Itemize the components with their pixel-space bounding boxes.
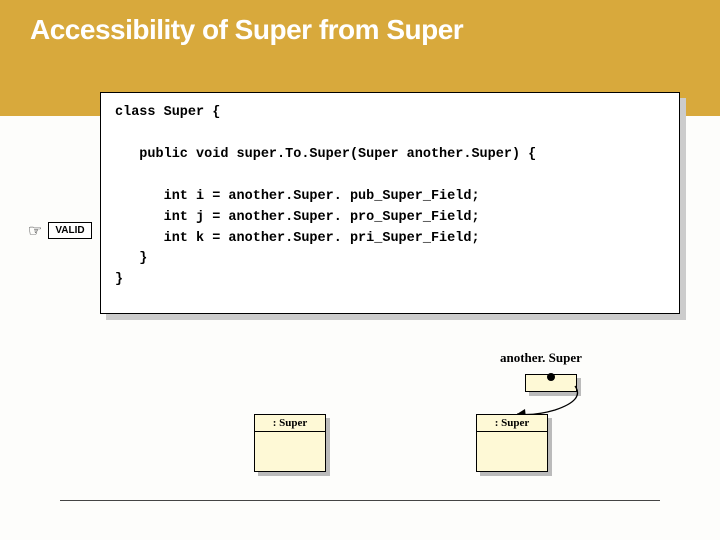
- pointing-hand-icon: ☞: [28, 221, 42, 241]
- code-listing: class Super { public void super.To.Super…: [100, 92, 680, 314]
- uml-object-2-title: : Super: [477, 415, 547, 432]
- reference-dot-icon: [547, 373, 555, 381]
- slide-title: Accessibility of Super from Super: [30, 14, 690, 46]
- uml-object-1: : Super: [254, 414, 326, 472]
- valid-callout: ☞ VALID: [28, 220, 92, 240]
- reference-label: another. Super: [500, 350, 582, 366]
- footer-rule: [60, 500, 660, 501]
- uml-object-1-title: : Super: [255, 415, 325, 432]
- valid-label: VALID: [48, 222, 91, 239]
- uml-object-2: : Super: [476, 414, 548, 472]
